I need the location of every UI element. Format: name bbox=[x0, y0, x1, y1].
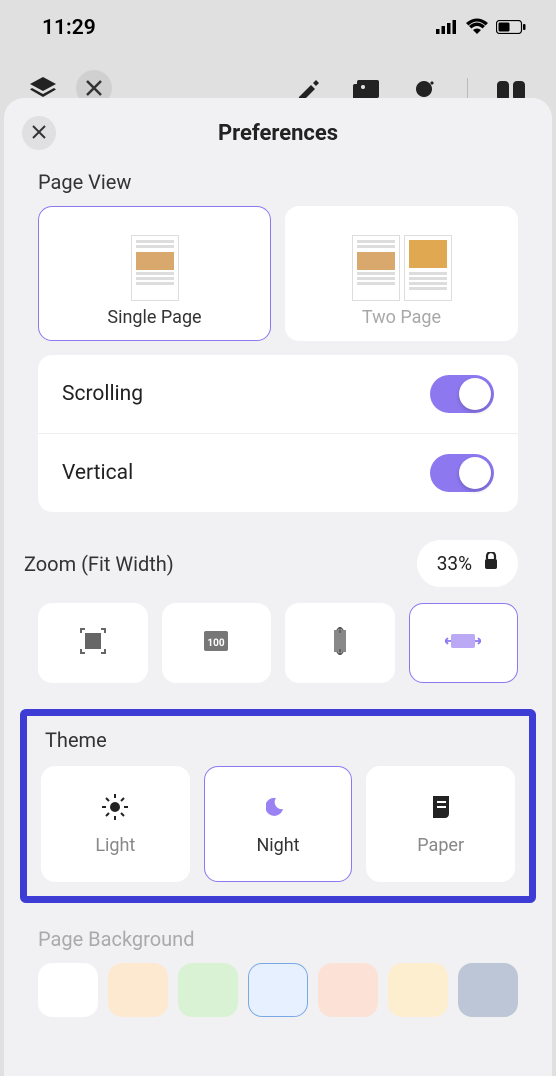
cellular-icon bbox=[436, 16, 458, 40]
scrolling-row: Scrolling bbox=[38, 355, 518, 434]
page-background-label: Page Background bbox=[4, 917, 552, 963]
theme-light-button[interactable]: Light bbox=[41, 766, 190, 882]
zoom-fit-height-button[interactable] bbox=[285, 603, 395, 683]
zoom-value: 33% bbox=[437, 552, 472, 575]
single-page-option[interactable]: Single Page bbox=[38, 206, 271, 341]
preferences-sheet: Preferences Page View Single Page Two Pa… bbox=[4, 98, 552, 1076]
bg-swatch-0[interactable] bbox=[38, 963, 98, 1017]
vertical-toggle[interactable] bbox=[430, 454, 494, 492]
status-bar: 11:29 bbox=[0, 0, 556, 56]
theme-paper-label: Paper bbox=[417, 835, 464, 856]
zoom-100-button[interactable]: 100 bbox=[162, 603, 272, 683]
theme-light-label: Light bbox=[95, 835, 135, 856]
close-button[interactable] bbox=[22, 116, 56, 150]
paper-icon bbox=[427, 793, 455, 821]
vertical-label: Vertical bbox=[62, 461, 133, 485]
status-time: 11:29 bbox=[42, 16, 96, 40]
battery-icon bbox=[496, 16, 526, 40]
zoom-fit-width-button[interactable] bbox=[409, 603, 519, 683]
bg-swatch-3[interactable] bbox=[248, 963, 308, 1017]
status-indicators bbox=[436, 16, 526, 40]
moon-icon bbox=[264, 793, 292, 821]
sheet-title: Preferences bbox=[218, 121, 338, 146]
wifi-icon bbox=[466, 16, 488, 40]
lock-icon bbox=[484, 552, 498, 575]
fit-height-icon bbox=[326, 627, 354, 659]
theme-label: Theme bbox=[41, 726, 515, 766]
bg-swatch-4[interactable] bbox=[318, 963, 378, 1017]
zoom-value-pill[interactable]: 33% bbox=[417, 540, 518, 587]
close-icon bbox=[32, 123, 46, 144]
page-view-label: Page View bbox=[4, 160, 552, 206]
theme-paper-button[interactable]: Paper bbox=[366, 766, 515, 882]
two-page-option[interactable]: Two Page bbox=[285, 206, 518, 341]
bg-swatch-1[interactable] bbox=[108, 963, 168, 1017]
sun-icon bbox=[101, 793, 129, 821]
background-swatches bbox=[4, 963, 552, 1017]
zoom-fit-page-button[interactable] bbox=[38, 603, 148, 683]
scrolling-toggle[interactable] bbox=[430, 375, 494, 413]
theme-night-button[interactable]: Night bbox=[204, 766, 353, 882]
bg-swatch-5[interactable] bbox=[388, 963, 448, 1017]
zoom-100-icon: 100 bbox=[202, 629, 230, 657]
fit-width-icon bbox=[445, 630, 481, 656]
svg-text:100: 100 bbox=[208, 638, 225, 649]
single-page-label: Single Page bbox=[107, 307, 201, 328]
theme-section-highlight: Theme Light Night Paper bbox=[20, 709, 536, 903]
bg-swatch-6[interactable] bbox=[458, 963, 518, 1017]
bg-swatch-2[interactable] bbox=[178, 963, 238, 1017]
vertical-row: Vertical bbox=[38, 434, 518, 512]
two-page-label: Two Page bbox=[362, 307, 441, 328]
zoom-label: Zoom (Fit Width) bbox=[24, 552, 174, 576]
scrolling-label: Scrolling bbox=[62, 382, 143, 406]
fit-page-icon bbox=[79, 627, 107, 659]
theme-night-label: Night bbox=[256, 835, 299, 856]
